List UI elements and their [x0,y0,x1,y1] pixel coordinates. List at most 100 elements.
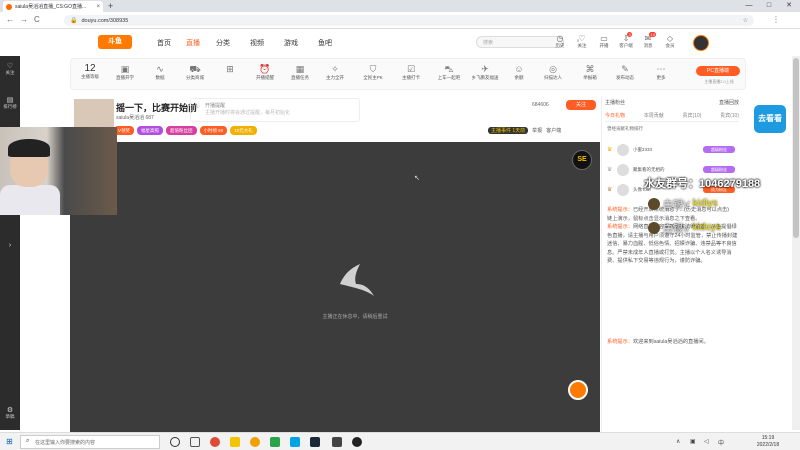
star-icon[interactable]: ☆ [743,17,748,24]
tab-today[interactable]: 今日礼物 [605,112,625,121]
toolbar-item-7[interactable]: ⛉ 全民主PK [359,64,387,81]
anchor-event[interactable]: 主播事件 1天前 [488,127,529,134]
toolbar-item-11[interactable]: ☺ 余额 [505,64,533,81]
url-text: douyu.com/308935 [81,17,129,24]
report-link[interactable]: 举报 [532,127,542,134]
nav-yuba[interactable]: 鱼吧 [318,38,332,48]
danmaku-prefix: 白银V [663,200,690,211]
user-avatar[interactable] [693,35,709,51]
toolbar-item-1[interactable]: ∿ 数据 [146,64,174,81]
toolbar-item-3[interactable]: ⊞ [216,64,244,75]
app-icon-3[interactable] [290,437,300,447]
tag-gift[interactable]: 10元大礼 [230,126,257,135]
car-icon: ⛍ [444,64,454,74]
close-tab-icon[interactable]: × [96,4,100,10]
rank-name: 聚集看的无相的 [633,167,665,172]
tab-noble[interactable]: 贵宾(10) [720,112,739,121]
tag-hour-rank[interactable]: 小时榜 60 [199,126,228,135]
forward-icon[interactable]: → [20,15,28,24]
toolbar-item-14[interactable]: ✎ 发布动态 [611,64,639,81]
toolbar-item-5[interactable]: ▦ 直播任务 [286,64,314,81]
tab-vip[interactable]: 贵宾(10) [682,112,701,121]
toolbar-item-4[interactable]: ⏰ 开播提醒 [251,64,279,81]
follow-button[interactable]: 关注 [566,100,596,110]
taskbar-search-input[interactable]: 在这里输入你要搜索的内容 [20,435,160,449]
toolbar-item-10[interactable]: ✈ 乡飞鹏友福送 [471,64,499,81]
header-history[interactable]: ◷ 历史 [550,34,570,49]
toolbar-item-12[interactable]: ◎ 扫描达人 [539,64,567,81]
volume-icon[interactable]: ◁ [704,438,709,445]
new-tab-button[interactable]: + [108,1,113,11]
rail-collapse[interactable]: › [0,242,20,249]
video-player[interactable]: SE 主播正在休息中，请稍后重试 ↖ [70,142,600,432]
header-golive[interactable]: ▭ 开播 [594,34,614,49]
panel-fans-link[interactable]: 主播粉丝 [605,99,625,110]
task-view-icon[interactable] [190,437,200,447]
tab-week[interactable]: 本周贡献 [644,112,664,121]
rail-drafts[interactable]: ⚙ 草稿 [0,406,20,420]
network-icon[interactable]: ▣ [690,438,696,445]
toolbar-item-6[interactable]: ✧ 主力全开 [321,64,349,81]
header-follow[interactable]: ♡ 关注 [572,34,592,49]
rank-row[interactable]: ♛ 小蜜2333 超级粉丝 [607,144,737,158]
ime-label[interactable]: 中 [718,438,724,447]
anchor-level[interactable]: 12 主播等级 [81,63,99,80]
rail-rank[interactable]: ▤ 排行榜 [0,96,20,110]
toolbar-item-15[interactable]: ⋯ 更多 [647,64,675,81]
browser-tab[interactable]: saiula吴滔滔直播_CS:GO直播... × [3,1,103,12]
scrollbar-thumb[interactable] [793,58,799,238]
avatar [617,184,629,196]
edit-icon: ✎ [621,64,629,74]
user-rank-icon [648,221,660,234]
client-link[interactable]: 客户端 [546,127,561,134]
side-ad-banner[interactable]: 去看看 [754,105,786,133]
douyu-logo[interactable]: 斗鱼 [98,35,132,49]
tag-fans[interactable]: 超值粉丝团 [166,126,197,135]
minimize-button[interactable]: — [740,0,758,12]
nav-home[interactable]: 首页 [157,38,171,48]
pc-client-subtitle: 主播直播2.0上线 [704,79,734,84]
tag-lucky[interactable]: 福星高照 [137,126,164,135]
fish-ball-button[interactable] [568,380,588,400]
close-window-button[interactable]: ✕ [780,0,798,12]
app-icon-2[interactable] [270,437,280,447]
header-client[interactable]: ⇩ 客户端 [616,34,636,49]
steam-icon[interactable] [310,437,320,447]
tray-up-icon[interactable]: ∧ [676,438,680,445]
back-icon[interactable]: ← [6,15,14,24]
nav-game[interactable]: 游戏 [284,38,298,48]
windows-start-icon[interactable]: ⊞ [6,437,13,446]
nav-category[interactable]: 分类 [216,38,230,48]
maximize-button[interactable]: □ [760,0,778,12]
webcam-overlay [0,127,117,215]
toolbar-item-2[interactable]: ⛟ 分类商城 [181,64,209,81]
panel-replay-link[interactable]: 直播回放 [719,99,739,110]
app-icon-5[interactable] [352,437,362,447]
tab-title: saiula吴滔滔直播_CS:GO直播... [15,4,87,10]
toolbar-item-0[interactable]: ▣ 直播开学 [111,64,139,81]
tag-vip[interactable]: V领奖 [114,126,135,135]
file-explorer-icon[interactable] [230,437,240,447]
nav-video[interactable]: 视频 [250,38,264,48]
toolbar-item-13[interactable]: ⌘ 举报箱 [576,64,604,81]
url-field[interactable]: 🔒 douyu.com/308935 ☆ [64,15,754,26]
nav-live[interactable]: 直播 [186,38,200,48]
clock-time: 15:19 [761,435,775,441]
header-member[interactable]: ◇ 会员 [660,34,680,49]
chrome-icon[interactable] [210,437,220,447]
reload-icon[interactable]: C [34,15,40,24]
streamer-name[interactable]: saiula吴滔滔 687 [116,114,154,121]
streamer-avatar[interactable] [74,99,114,129]
webcam-person-hair [8,139,50,157]
app-icon-1[interactable] [250,437,260,447]
toolbar-item-9[interactable]: ⛍ 上车一起吧 [435,64,463,81]
taskbar-clock[interactable]: 15:19 2022/2/18 [748,435,788,449]
pc-client-button[interactable]: PC直播端 [696,66,740,76]
rail-follow[interactable]: ♡ 关注 [0,62,20,76]
cortana-icon[interactable] [170,437,180,447]
toolbar-item-8[interactable]: ☑ 主播打卡 [397,64,425,81]
notice-body: 主播开播时将会通过提醒，每月初始化 [205,110,291,116]
menu-icon[interactable]: ⋮ [772,15,780,24]
page-scrollbar[interactable] [792,56,800,430]
app-icon-4[interactable] [332,437,342,447]
